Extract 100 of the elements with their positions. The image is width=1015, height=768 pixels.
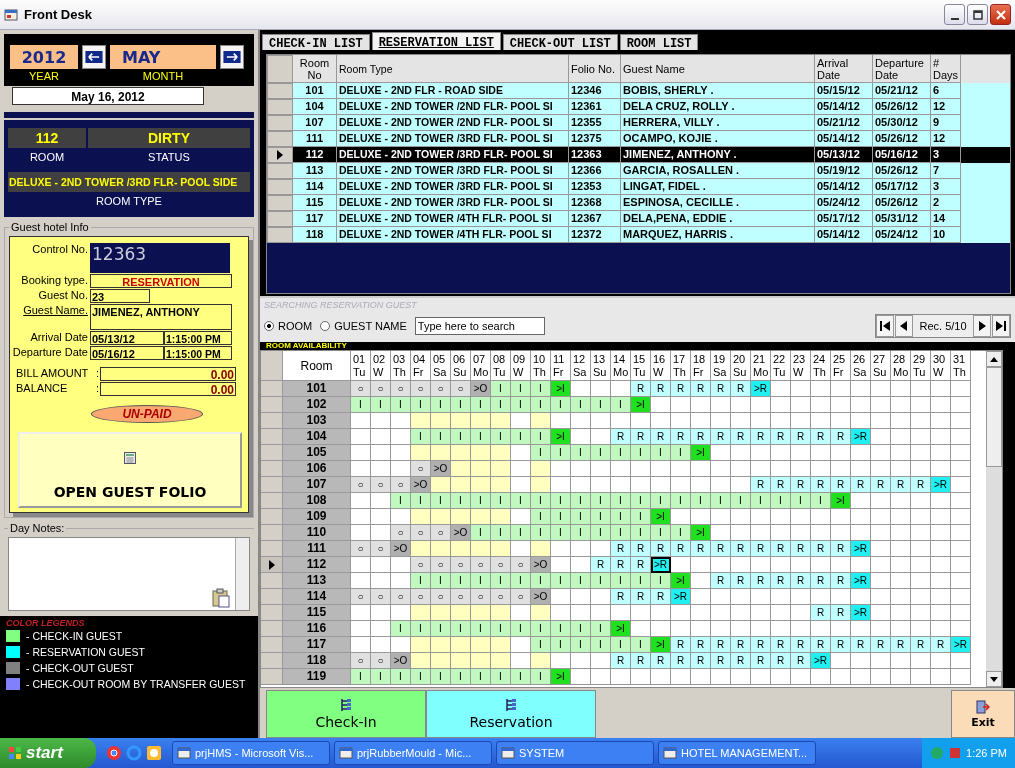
day-cell[interactable]: ○ bbox=[371, 541, 391, 557]
day-cell[interactable]: I bbox=[611, 573, 631, 589]
day-cell[interactable]: I bbox=[411, 669, 431, 685]
day-cell[interactable]: I bbox=[491, 573, 511, 589]
day-cell[interactable]: R bbox=[811, 477, 831, 493]
day-cell[interactable]: R bbox=[651, 381, 671, 397]
day-cell[interactable]: >I bbox=[831, 493, 851, 509]
day-cell[interactable]: R bbox=[631, 429, 651, 445]
day-cell[interactable]: >I bbox=[631, 397, 651, 413]
day-cell[interactable]: I bbox=[631, 637, 651, 653]
day-cell[interactable]: I bbox=[511, 573, 531, 589]
day-cell[interactable]: I bbox=[351, 669, 371, 685]
day-cell[interactable]: I bbox=[611, 509, 631, 525]
day-cell[interactable]: R bbox=[831, 477, 851, 493]
arrival-time-field[interactable]: 1:15:00 PM bbox=[164, 331, 232, 345]
day-cell[interactable]: I bbox=[551, 637, 571, 653]
day-cell[interactable]: R bbox=[871, 637, 891, 653]
taskbar-button[interactable]: prjRubberMould - Mic... bbox=[334, 741, 492, 765]
day-cell[interactable]: R bbox=[631, 653, 651, 669]
day-cell[interactable]: I bbox=[511, 429, 531, 445]
day-cell[interactable]: I bbox=[631, 445, 651, 461]
day-cell[interactable]: >I bbox=[691, 525, 711, 541]
day-cell[interactable]: I bbox=[511, 525, 531, 541]
day-cell[interactable]: I bbox=[791, 493, 811, 509]
day-cell[interactable]: R bbox=[751, 429, 771, 445]
day-cell[interactable]: >I bbox=[551, 669, 571, 685]
day-cell[interactable]: R bbox=[851, 477, 871, 493]
day-cell[interactable]: R bbox=[771, 653, 791, 669]
day-cell[interactable]: I bbox=[591, 637, 611, 653]
day-cell[interactable]: I bbox=[711, 493, 731, 509]
day-cell[interactable]: I bbox=[591, 573, 611, 589]
day-cell[interactable]: I bbox=[591, 445, 611, 461]
day-cell[interactable]: I bbox=[551, 493, 571, 509]
day-cell[interactable]: R bbox=[791, 573, 811, 589]
day-cell[interactable]: ○ bbox=[351, 381, 371, 397]
day-cell[interactable]: I bbox=[631, 509, 651, 525]
day-cell[interactable]: R bbox=[791, 653, 811, 669]
day-cell[interactable]: >R bbox=[851, 605, 871, 621]
booking-type-field[interactable]: RESERVATION bbox=[90, 274, 232, 288]
day-cell[interactable]: I bbox=[471, 621, 491, 637]
day-cell[interactable]: I bbox=[551, 445, 571, 461]
day-cell[interactable]: R bbox=[831, 573, 851, 589]
day-cell[interactable]: I bbox=[571, 397, 591, 413]
day-cell[interactable]: >O bbox=[391, 541, 411, 557]
day-cell[interactable]: I bbox=[431, 493, 451, 509]
taskbar-button[interactable]: prjHMS - Microsoft Vis... bbox=[172, 741, 330, 765]
day-cell[interactable]: I bbox=[351, 397, 371, 413]
day-cell[interactable]: I bbox=[471, 669, 491, 685]
day-cell[interactable]: R bbox=[751, 653, 771, 669]
day-cell[interactable]: R bbox=[691, 637, 711, 653]
day-cell[interactable]: >I bbox=[611, 621, 631, 637]
day-cell[interactable]: I bbox=[491, 397, 511, 413]
day-cell[interactable]: I bbox=[511, 381, 531, 397]
day-cell[interactable]: ○ bbox=[471, 589, 491, 605]
day-cell[interactable]: I bbox=[511, 397, 531, 413]
day-cell[interactable]: R bbox=[651, 429, 671, 445]
taskbar-button[interactable]: SYSTEM bbox=[496, 741, 654, 765]
day-cell[interactable]: I bbox=[451, 493, 471, 509]
day-cell[interactable]: I bbox=[431, 621, 451, 637]
day-cell[interactable]: I bbox=[611, 525, 631, 541]
day-cell[interactable]: R bbox=[611, 653, 631, 669]
exit-button[interactable]: Exit bbox=[951, 690, 1015, 738]
day-cell[interactable]: I bbox=[471, 397, 491, 413]
day-cell[interactable]: I bbox=[371, 669, 391, 685]
day-cell[interactable]: R bbox=[691, 541, 711, 557]
day-cell[interactable]: I bbox=[531, 509, 551, 525]
day-cell[interactable]: >O bbox=[451, 525, 471, 541]
day-cell[interactable]: I bbox=[431, 397, 451, 413]
day-cell[interactable]: I bbox=[551, 509, 571, 525]
day-cell[interactable]: ○ bbox=[451, 381, 471, 397]
day-cell[interactable]: >I bbox=[651, 509, 671, 525]
day-cell[interactable]: ○ bbox=[471, 557, 491, 573]
check-in-button[interactable]: Check-In bbox=[266, 690, 426, 738]
day-cell[interactable]: I bbox=[411, 573, 431, 589]
search-option-radio[interactable]: ROOM bbox=[264, 320, 313, 332]
day-cell[interactable]: ○ bbox=[371, 589, 391, 605]
day-cell[interactable]: R bbox=[751, 573, 771, 589]
control-number-field[interactable]: 12363 bbox=[90, 243, 230, 273]
day-cell[interactable]: I bbox=[531, 493, 551, 509]
day-cell[interactable]: R bbox=[911, 477, 931, 493]
guest-number-field[interactable]: 23 bbox=[90, 289, 150, 303]
day-cell[interactable]: I bbox=[451, 397, 471, 413]
day-cell[interactable]: I bbox=[431, 573, 451, 589]
day-cell[interactable]: >R bbox=[851, 429, 871, 445]
day-cell[interactable]: R bbox=[651, 541, 671, 557]
day-cell[interactable]: >O bbox=[471, 381, 491, 397]
day-cell[interactable]: ○ bbox=[351, 477, 371, 493]
day-cell[interactable]: R bbox=[731, 637, 751, 653]
day-cell[interactable]: >O bbox=[531, 589, 551, 605]
day-cell[interactable]: ○ bbox=[431, 589, 451, 605]
day-cell[interactable]: I bbox=[671, 445, 691, 461]
day-cell[interactable]: I bbox=[571, 509, 591, 525]
day-cell[interactable]: R bbox=[891, 637, 911, 653]
day-cell[interactable]: I bbox=[651, 525, 671, 541]
day-cell[interactable]: I bbox=[391, 397, 411, 413]
day-cell[interactable]: >R bbox=[751, 381, 771, 397]
day-cell[interactable]: R bbox=[851, 637, 871, 653]
day-cell[interactable]: R bbox=[611, 429, 631, 445]
day-cell[interactable]: ○ bbox=[431, 525, 451, 541]
day-cell[interactable]: I bbox=[531, 429, 551, 445]
